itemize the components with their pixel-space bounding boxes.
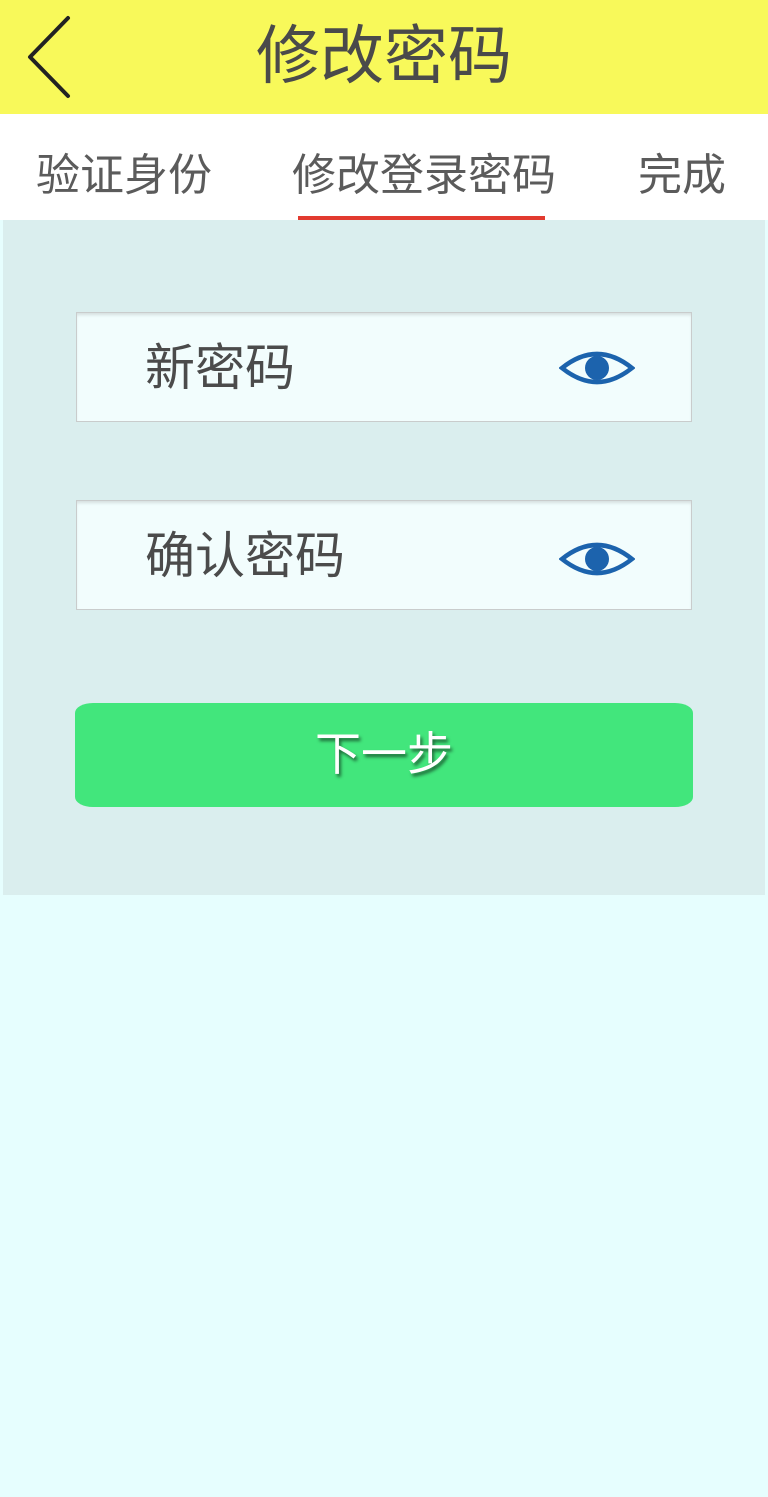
next-step-button[interactable]: 下一步: [75, 703, 693, 807]
header-bar: 修改密码: [0, 0, 768, 114]
step-tabs: 验证身份 修改登录密码 完成: [0, 114, 768, 220]
eye-icon[interactable]: [559, 346, 635, 390]
confirm-password-label: 确认密码: [145, 527, 345, 585]
tab-complete[interactable]: 完成: [638, 114, 726, 220]
tab-change-login-password[interactable]: 修改登录密码: [292, 114, 556, 220]
eye-icon[interactable]: [559, 537, 635, 581]
new-password-field[interactable]: 新密码: [76, 312, 692, 422]
page-title: 修改密码: [256, 20, 512, 94]
confirm-password-field[interactable]: 确认密码: [76, 500, 692, 610]
new-password-label: 新密码: [145, 339, 295, 397]
tab-verify-identity[interactable]: 验证身份: [36, 114, 212, 220]
